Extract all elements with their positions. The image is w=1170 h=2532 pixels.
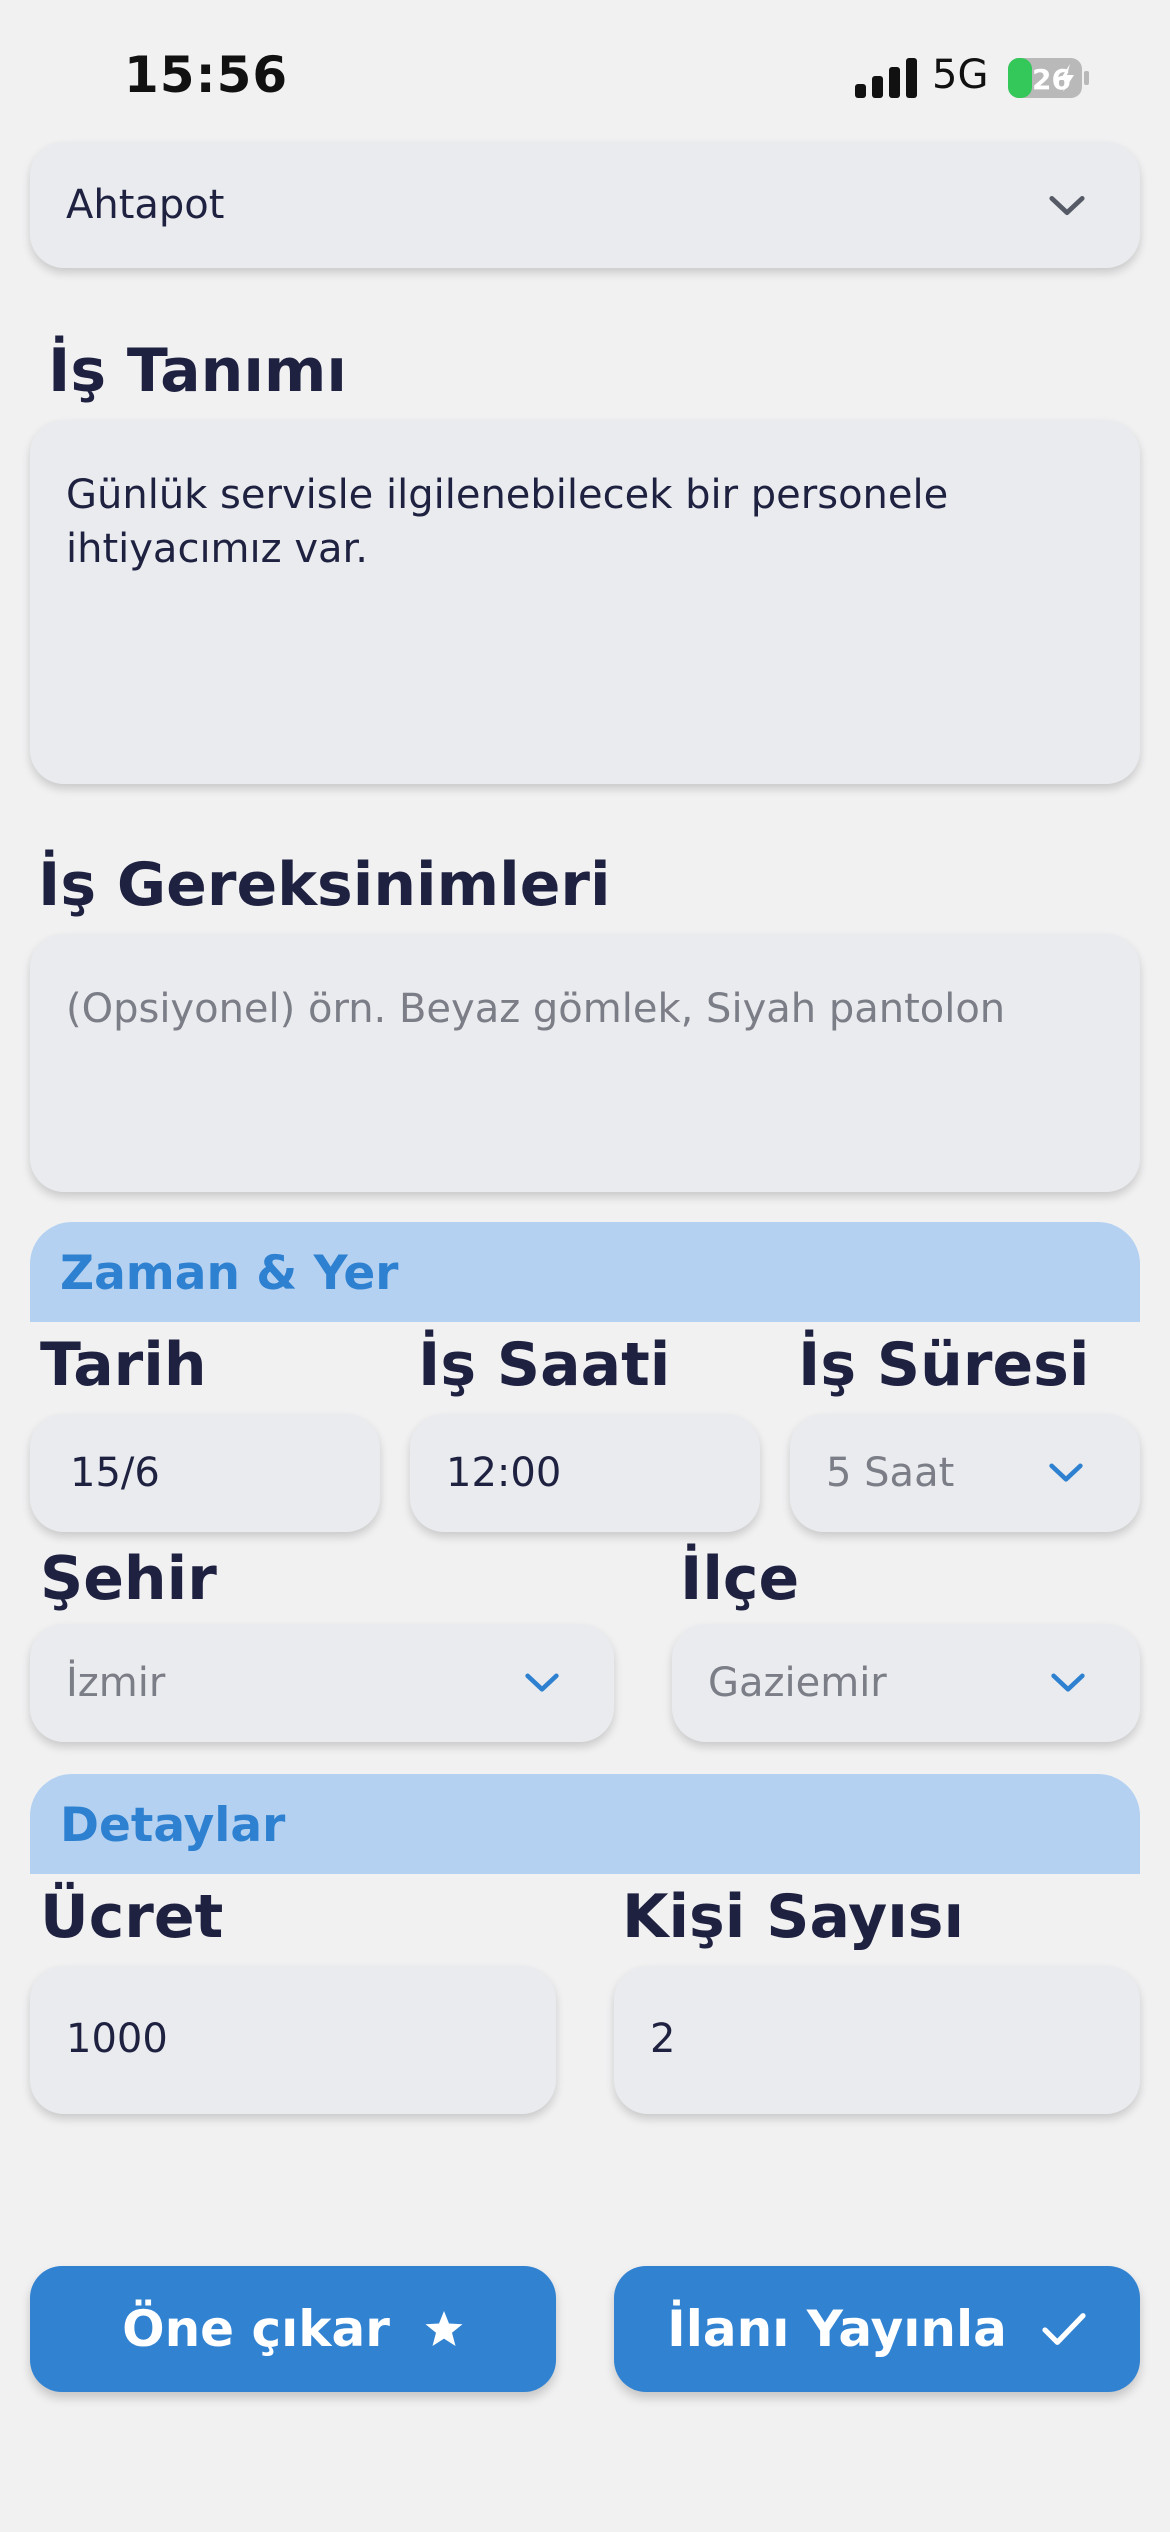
time-place-section-header: Zaman & Yer [30, 1222, 1140, 1322]
chevron-down-icon [1049, 196, 1085, 216]
feature-button[interactable]: Öne çıkar [30, 2266, 556, 2392]
job-description-textarea[interactable]: Günlük servisle ilgilenebilecek bir pers… [30, 420, 1140, 784]
city-label: Şehir [40, 1544, 217, 1614]
hour-field[interactable]: 12:00 [410, 1414, 760, 1532]
battery-icon: 26 [1008, 58, 1089, 98]
fee-value: 1000 [66, 2016, 168, 2062]
headcount-input[interactable]: 2 [614, 1966, 1140, 2114]
hour-value: 12:00 [446, 1450, 562, 1496]
date-field[interactable]: 15/6 [30, 1414, 380, 1532]
city-value: İzmir [66, 1660, 166, 1706]
network-type: 5G [932, 52, 989, 98]
details-section-header: Detaylar [30, 1774, 1140, 1874]
job-requirements-textarea[interactable]: (Opsiyonel) örn. Beyaz gömlek, Siyah pan… [30, 934, 1140, 1192]
check-icon [1042, 2313, 1086, 2345]
job-requirements-placeholder: (Opsiyonel) örn. Beyaz gömlek, Siyah pan… [66, 986, 1006, 1032]
star-icon [425, 2311, 463, 2346]
signal-icon [855, 58, 917, 98]
job-description-heading: İş Tanımı [48, 336, 347, 406]
duration-select[interactable]: 5 Saat [790, 1414, 1140, 1532]
headcount-label: Kişi Sayısı [622, 1882, 965, 1952]
publish-button[interactable]: İlanı Yayınla [614, 2266, 1140, 2392]
feature-button-label: Öne çıkar [122, 2300, 390, 2358]
chevron-down-icon [1049, 1463, 1083, 1482]
date-value: 15/6 [70, 1450, 160, 1496]
chevron-down-icon [1051, 1673, 1085, 1692]
time-place-section-title: Zaman & Yer [60, 1246, 399, 1301]
district-select[interactable]: Gaziemir [672, 1624, 1140, 1742]
status-time: 15:56 [124, 46, 289, 104]
fee-label: Ücret [40, 1882, 224, 1952]
details-section-title: Detaylar [60, 1798, 286, 1853]
hour-label: İş Saati [418, 1330, 671, 1400]
district-value: Gaziemir [708, 1660, 887, 1706]
fee-input[interactable]: 1000 [30, 1966, 556, 2114]
chevron-down-icon [525, 1673, 559, 1692]
job-description-text: Günlük servisle ilgilenebilecek bir pers… [66, 472, 949, 572]
headcount-value: 2 [650, 2016, 676, 2062]
publish-button-label: İlanı Yayınla [667, 2300, 1007, 2358]
date-label: Tarih [40, 1330, 207, 1400]
category-select[interactable]: Ahtapot [30, 142, 1140, 268]
district-label: İlçe [680, 1544, 800, 1614]
city-select[interactable]: İzmir [30, 1624, 614, 1742]
duration-value: 5 Saat [826, 1450, 955, 1496]
job-requirements-heading: İş Gereksinimleri [38, 850, 611, 920]
category-value: Ahtapot [66, 182, 225, 228]
duration-label: İş Süresi [798, 1330, 1090, 1400]
